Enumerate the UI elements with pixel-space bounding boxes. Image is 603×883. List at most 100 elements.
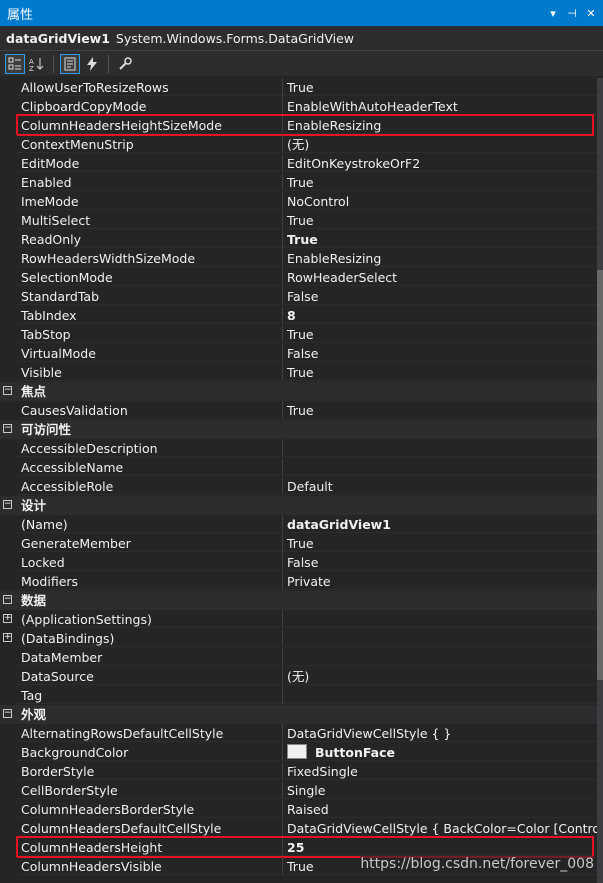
property-value[interactable]: 8 [282, 306, 597, 324]
property-value[interactable]: ButtonFace [282, 743, 597, 761]
property-value[interactable]: FixedSingle [282, 762, 597, 780]
property-row[interactable]: Enabled True [0, 173, 597, 192]
property-row[interactable]: ContextMenuStrip (无) [0, 135, 597, 154]
property-row[interactable]: BorderStyle FixedSingle [0, 762, 597, 781]
property-row[interactable]: TabIndex 8 [0, 306, 597, 325]
property-row[interactable]: BackgroundColor ButtonFace [0, 743, 597, 762]
property-value[interactable] [282, 610, 597, 628]
property-value[interactable]: DataGridViewCellStyle { BackColor=Color … [282, 819, 597, 837]
collapse-icon[interactable]: − [3, 386, 12, 395]
property-row[interactable]: ColumnHeadersHeightSizeMode EnableResizin… [0, 114, 597, 136]
property-value[interactable]: Single [282, 781, 597, 799]
property-value-text: EditOnKeystrokeOrF2 [287, 156, 421, 171]
category-row[interactable]: − 设计 [0, 496, 597, 515]
property-value[interactable]: False [282, 344, 597, 362]
property-value[interactable]: NoControl [282, 192, 597, 210]
property-value[interactable]: True [282, 173, 597, 191]
property-row[interactable]: SelectionMode RowHeaderSelect [0, 268, 597, 287]
property-row[interactable]: VirtualMode False [0, 344, 597, 363]
property-row[interactable]: (Name) dataGridView1 [0, 515, 597, 534]
collapse-icon[interactable]: − [3, 424, 12, 433]
property-value[interactable]: True [282, 211, 597, 229]
property-row[interactable]: ClipboardCopyMode EnableWithAutoHeaderTex… [0, 97, 597, 116]
property-row[interactable]: ColumnHeadersHeight 25 [0, 836, 597, 858]
property-value[interactable]: True [282, 401, 597, 419]
property-value[interactable]: False [282, 553, 597, 571]
category-row[interactable]: − 数据 [0, 591, 597, 610]
collapse-icon[interactable]: − [3, 500, 12, 509]
property-row[interactable]: GenerateMember True [0, 534, 597, 553]
property-value[interactable]: EnableResizing [282, 116, 597, 134]
property-value[interactable]: True [282, 325, 597, 343]
category-row[interactable]: − 焦点 [0, 382, 597, 401]
property-row[interactable]: Modifiers Private [0, 572, 597, 591]
property-row[interactable]: EditMode EditOnKeystrokeOrF2 [0, 154, 597, 173]
object-selector[interactable]: dataGridView1 System.Windows.Forms.DataG… [0, 26, 603, 51]
close-icon[interactable]: ✕ [585, 7, 597, 20]
property-row[interactable]: Locked False [0, 553, 597, 572]
properties-icon[interactable] [60, 53, 80, 74]
property-value[interactable]: Private [282, 572, 597, 590]
dropdown-icon[interactable]: ▾ [547, 7, 559, 20]
property-row[interactable]: AccessibleName [0, 458, 597, 477]
property-value[interactable]: 25 [282, 838, 597, 856]
property-value[interactable]: DataGridViewCellStyle { } [282, 724, 597, 742]
row-gutter: + [0, 610, 17, 629]
wrench-icon[interactable] [115, 54, 135, 74]
property-row[interactable]: TabStop True [0, 325, 597, 344]
category-row[interactable]: − 可访问性 [0, 420, 597, 439]
property-row[interactable]: ImeMode NoControl [0, 192, 597, 211]
property-value[interactable]: EnableWithAutoHeaderText [282, 97, 597, 115]
property-row[interactable]: ColumnHeadersBorderStyle Raised [0, 800, 597, 819]
property-value[interactable] [282, 648, 597, 666]
property-value[interactable]: (无) [282, 667, 597, 685]
property-row[interactable]: DataSource (无) [0, 667, 597, 686]
property-value[interactable]: (无) [282, 135, 597, 153]
property-row[interactable]: AccessibleRole Default [0, 477, 597, 496]
category-row[interactable]: − 外观 [0, 705, 597, 724]
expand-icon[interactable]: + [3, 614, 12, 623]
row-gutter [0, 477, 17, 496]
expand-icon[interactable]: + [3, 633, 12, 642]
property-value[interactable]: Default [282, 477, 597, 495]
property-value[interactable]: True [282, 363, 597, 381]
property-value[interactable] [282, 629, 597, 647]
property-row[interactable]: CausesValidation True [0, 401, 597, 420]
property-value[interactable]: dataGridView1 [282, 515, 597, 533]
collapse-icon[interactable]: − [3, 709, 12, 718]
pin-icon[interactable]: ⊣ [566, 7, 578, 20]
row-gutter [0, 154, 17, 173]
property-value[interactable]: Raised [282, 800, 597, 818]
property-row[interactable]: + (DataBindings) [0, 629, 597, 648]
property-value[interactable]: True [282, 78, 597, 96]
events-icon[interactable] [82, 54, 102, 74]
property-row[interactable]: ColumnHeadersDefaultCellStyle DataGridVie… [0, 819, 597, 838]
property-name: ColumnHeadersHeight [17, 838, 281, 856]
property-row[interactable]: AlternatingRowsDefaultCellStyle DataGridV… [0, 724, 597, 743]
property-row[interactable]: StandardTab False [0, 287, 597, 306]
property-value[interactable] [282, 439, 597, 457]
property-value[interactable]: True [282, 534, 597, 552]
property-value[interactable]: EditOnKeystrokeOrF2 [282, 154, 597, 172]
property-row[interactable]: + (ApplicationSettings) [0, 610, 597, 629]
property-value[interactable] [282, 458, 597, 476]
property-row[interactable]: MultiSelect True [0, 211, 597, 230]
property-value[interactable]: RowHeaderSelect [282, 268, 597, 286]
collapse-icon[interactable]: − [3, 595, 12, 604]
property-row[interactable]: Tag [0, 686, 597, 705]
property-row[interactable]: Visible True [0, 363, 597, 382]
property-value[interactable]: True [282, 230, 597, 248]
scrollbar-thumb[interactable] [597, 270, 603, 680]
alphabetical-icon[interactable]: AZ [27, 54, 47, 74]
property-value[interactable] [282, 686, 597, 704]
property-row[interactable]: ReadOnly True [0, 230, 597, 249]
property-value[interactable]: False [282, 287, 597, 305]
property-row[interactable]: AccessibleDescription [0, 439, 597, 458]
row-gutter [0, 838, 17, 857]
property-row[interactable]: RowHeadersWidthSizeMode EnableResizing [0, 249, 597, 268]
property-value[interactable]: EnableResizing [282, 249, 597, 267]
property-row[interactable]: DataMember [0, 648, 597, 667]
property-row[interactable]: AllowUserToResizeRows True [0, 78, 597, 97]
property-row[interactable]: CellBorderStyle Single [0, 781, 597, 800]
categorized-icon[interactable] [5, 53, 25, 74]
